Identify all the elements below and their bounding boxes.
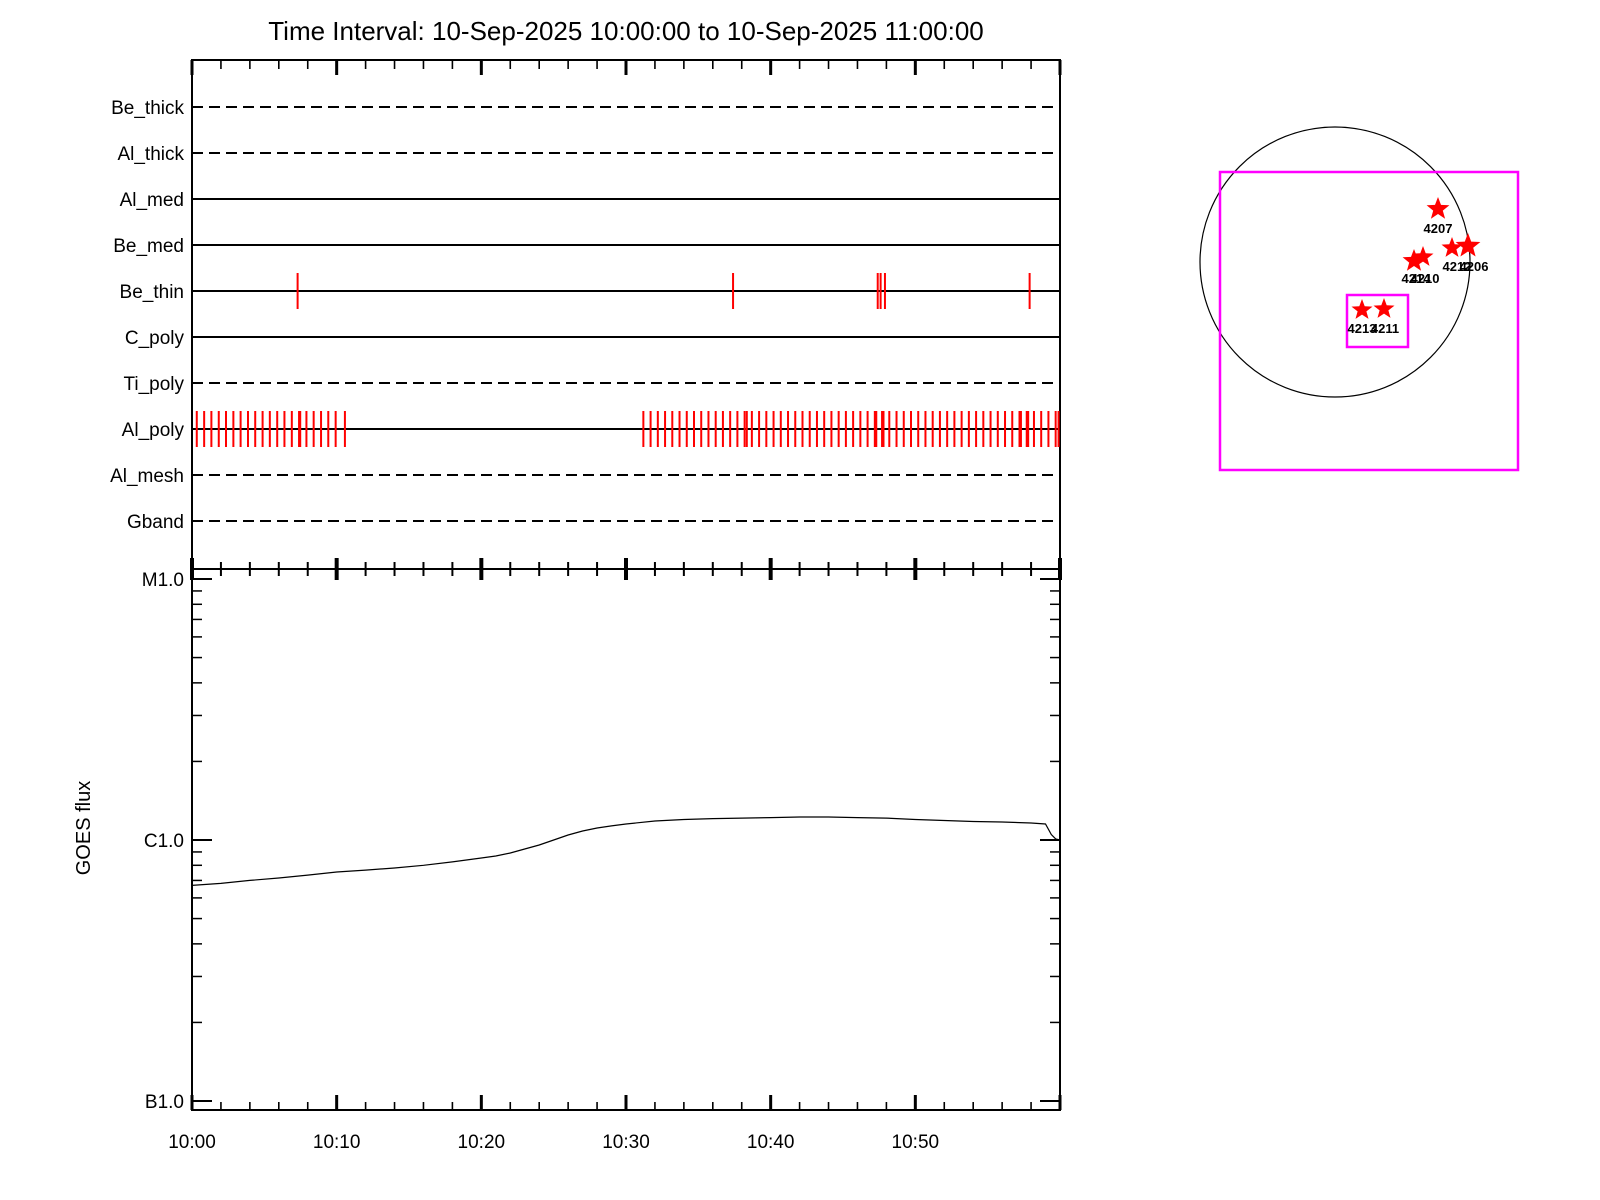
y-axis-title: GOES flux <box>73 781 95 875</box>
xtick-label-10:50: 10:50 <box>892 1132 940 1153</box>
xrt-observation-summary: Time Interval: 10-Sep-2025 10:00:00 to 1… <box>0 0 1600 1200</box>
xtick-label-10:00: 10:00 <box>168 1132 216 1153</box>
filter-label-Al_med: Al_med <box>120 190 184 211</box>
filter-label-Be_thick: Be_thick <box>111 98 184 119</box>
plot-canvas: Be_thick Al_thick Al_med Be_med Be_thin C_pol… <box>73 59 1520 1153</box>
ytick-label-C1.0: C1.0 <box>144 831 184 852</box>
active-region-star-4211 <box>1373 298 1395 318</box>
goes-flux-curve <box>191 816 1061 886</box>
active-region-star-4213 <box>1351 299 1373 319</box>
ytick-label-M1.0: M1.0 <box>142 570 184 591</box>
active-region-label-4211: 4211 <box>1371 321 1399 336</box>
active-region-label-4210: 4210 <box>1411 271 1440 286</box>
xtick-label-10:10: 10:10 <box>313 1132 361 1153</box>
filter-label-C_poly: C_poly <box>125 328 185 349</box>
filter-label-Al_thick: Al_thick <box>117 144 184 165</box>
active-region-label-4207: 4207 <box>1424 221 1453 236</box>
goes-panel-border <box>191 568 1061 1111</box>
active-region-star-4207 <box>1426 197 1450 219</box>
filter-panel-border <box>191 59 1061 570</box>
filter-label-Gband: Gband <box>127 512 184 533</box>
filter-label-Be_med: Be_med <box>113 236 184 257</box>
ytick-label-B1.0: B1.0 <box>145 1092 184 1113</box>
filter-label-Al_poly: Al_poly <box>122 420 185 441</box>
active-region-star-4206 <box>1455 233 1481 257</box>
xtick-label-10:40: 10:40 <box>747 1132 795 1153</box>
active-region-star-4212 <box>1441 237 1463 257</box>
filter-label-Be_thin: Be_thin <box>120 282 184 303</box>
solar-limb-circle <box>1199 126 1471 398</box>
filter-label-Al_mesh: Al_mesh <box>110 466 184 487</box>
filter-label-Ti_poly: Ti_poly <box>123 374 184 395</box>
xtick-label-10:20: 10:20 <box>458 1132 506 1153</box>
xtick-label-10:30: 10:30 <box>602 1132 650 1153</box>
active-region-label-4206: 4206 <box>1460 259 1489 274</box>
